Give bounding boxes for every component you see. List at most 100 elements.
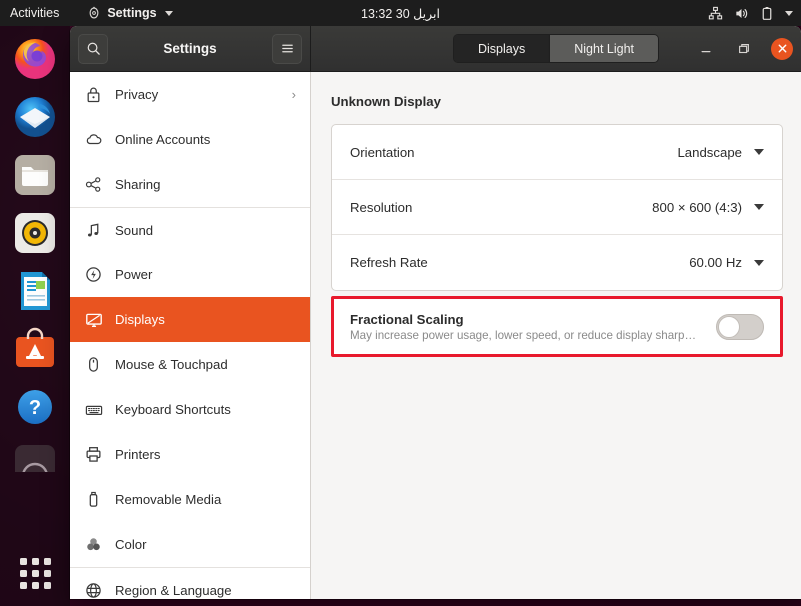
search-icon [87,42,100,55]
system-menu-chevron-icon [785,10,793,16]
sidebar-item-power[interactable]: Power [70,252,310,297]
sidebar-label: Printers [115,447,161,462]
fractional-scaling-title: Fractional Scaling [350,311,464,327]
keyboard-icon [84,400,103,419]
dock-item-thunderbird[interactable] [12,94,58,140]
sidebar-label: Color [115,537,147,552]
toggle-knob [718,315,740,338]
window-body: Privacy › Online Accounts Sharing Sound … [70,72,801,599]
view-switcher: Displays Night Light [452,34,660,63]
dock-item-help[interactable]: ? [12,384,58,430]
window-titlebar: Settings Displays Night Light [70,26,801,72]
screen: Activities Settings ابريل 30 13:32 ? Set… [0,0,801,606]
resolution-value: 800 × 600 (4:3) [652,199,742,215]
titlebar-left: Settings [70,26,311,71]
grid-dot [31,581,39,589]
resolution-label: Resolution [350,199,413,215]
sidebar-item-keyboard-shortcuts[interactable]: Keyboard Shortcuts [70,387,310,432]
top-bar: Activities Settings ابريل 30 13:32 [0,0,801,26]
lock-icon [84,85,103,104]
thunderbird-icon [15,97,55,137]
grid-dot [31,569,39,577]
sidebar-item-removable-media[interactable]: Removable Media [70,477,310,522]
settings-gear-icon [89,6,99,19]
row-refresh-rate[interactable]: Refresh Rate 60.00 Hz [332,235,782,290]
sidebar-item-sharing[interactable]: Sharing [70,162,310,207]
display-icon [84,310,103,329]
tab-night-light[interactable]: Night Light [549,35,659,62]
sidebar-item-sound[interactable]: Sound [70,207,310,252]
close-button[interactable] [771,37,793,60]
fractional-scaling-texts: Fractional Scaling May increase power us… [350,312,716,342]
app-menu-button[interactable]: Settings [87,6,173,20]
grid-dot [43,581,51,589]
sidebar-label: Mouse & Touchpad [115,357,228,372]
row-orientation[interactable]: Orientation Landscape [332,125,782,180]
printer-icon [84,445,103,464]
sidebar-item-privacy[interactable]: Privacy › [70,72,310,117]
minimize-icon [701,50,711,52]
maximize-icon [739,43,749,53]
clock[interactable]: ابريل 30 13:32 [361,6,440,21]
sidebar-item-displays[interactable]: Displays [70,297,310,342]
chevron-right-icon: › [291,87,296,102]
volume-icon [736,8,748,18]
settings-sidebar: Privacy › Online Accounts Sharing Sound … [70,72,311,599]
sidebar-item-mouse-touchpad[interactable]: Mouse & Touchpad [70,342,310,387]
sidebar-label: Displays [115,312,165,327]
sidebar-item-color[interactable]: Color [70,522,310,567]
mouse-icon [84,355,103,374]
titlebar-right: Displays Night Light [311,26,801,71]
dock-item-rhythmbox[interactable] [12,210,58,256]
ubuntu-software-icon [16,327,54,367]
partial-app-icon [15,445,55,472]
grid-dot [31,557,39,565]
sidebar-label: Online Accounts [115,132,211,147]
refresh-rate-value: 60.00 Hz [689,255,742,270]
sidebar-label: Keyboard Shortcuts [115,402,231,417]
sidebar-label: Privacy [115,87,159,102]
dock-item-firefox[interactable] [12,36,58,82]
refresh-rate-label: Refresh Rate [350,255,428,270]
menu-button[interactable] [272,33,302,64]
sidebar-label: Sharing [115,177,161,192]
battery-icon [762,6,772,20]
fractional-scaling-toggle[interactable] [716,313,764,340]
sidebar-item-region-language[interactable]: Region & Language [70,567,310,599]
grid-dot [19,581,27,589]
activities-button[interactable]: Activities [10,6,59,20]
tab-displays[interactable]: Displays [453,35,550,62]
display-settings-card: Orientation Landscape Resolution 800 × 6… [331,124,783,291]
dock-item-files[interactable] [12,152,58,198]
grid-dot [19,569,27,577]
orientation-value: Landscape [677,144,742,160]
search-button[interactable] [78,33,108,64]
help-icon: ? [18,390,52,424]
libreoffice-writer-icon [21,272,50,310]
rhythmbox-icon [15,213,55,253]
share-icon [84,175,103,194]
power-icon [84,265,103,284]
show-applications-button[interactable] [12,550,58,596]
display-name: Unknown Display [331,94,441,109]
network-wired-icon [708,6,723,19]
hamburger-menu-icon [281,44,293,53]
sidebar-label: Sound [115,222,154,238]
sidebar-item-printers[interactable]: Printers [70,432,310,477]
grid-dot [19,557,27,565]
dock-item-ubuntu-software[interactable] [12,326,58,372]
row-resolution[interactable]: Resolution 800 × 600 (4:3) [332,180,782,235]
minimize-button[interactable] [695,38,717,60]
dock-item-libreoffice-writer[interactable] [12,268,58,314]
dock-item-partial-app[interactable] [12,442,58,472]
sidebar-label: Region & Language [115,582,232,598]
svg-text:?: ? [29,397,41,419]
sidebar-item-online-accounts[interactable]: Online Accounts [70,117,310,162]
system-tray[interactable] [708,6,793,21]
orientation-label: Orientation [350,144,415,160]
music-note-icon [84,221,103,240]
row-fractional-scaling[interactable]: Fractional Scaling May increase power us… [334,299,780,354]
maximize-button[interactable] [733,38,755,60]
usb-drive-icon [84,490,103,509]
grid-dot [43,557,51,565]
